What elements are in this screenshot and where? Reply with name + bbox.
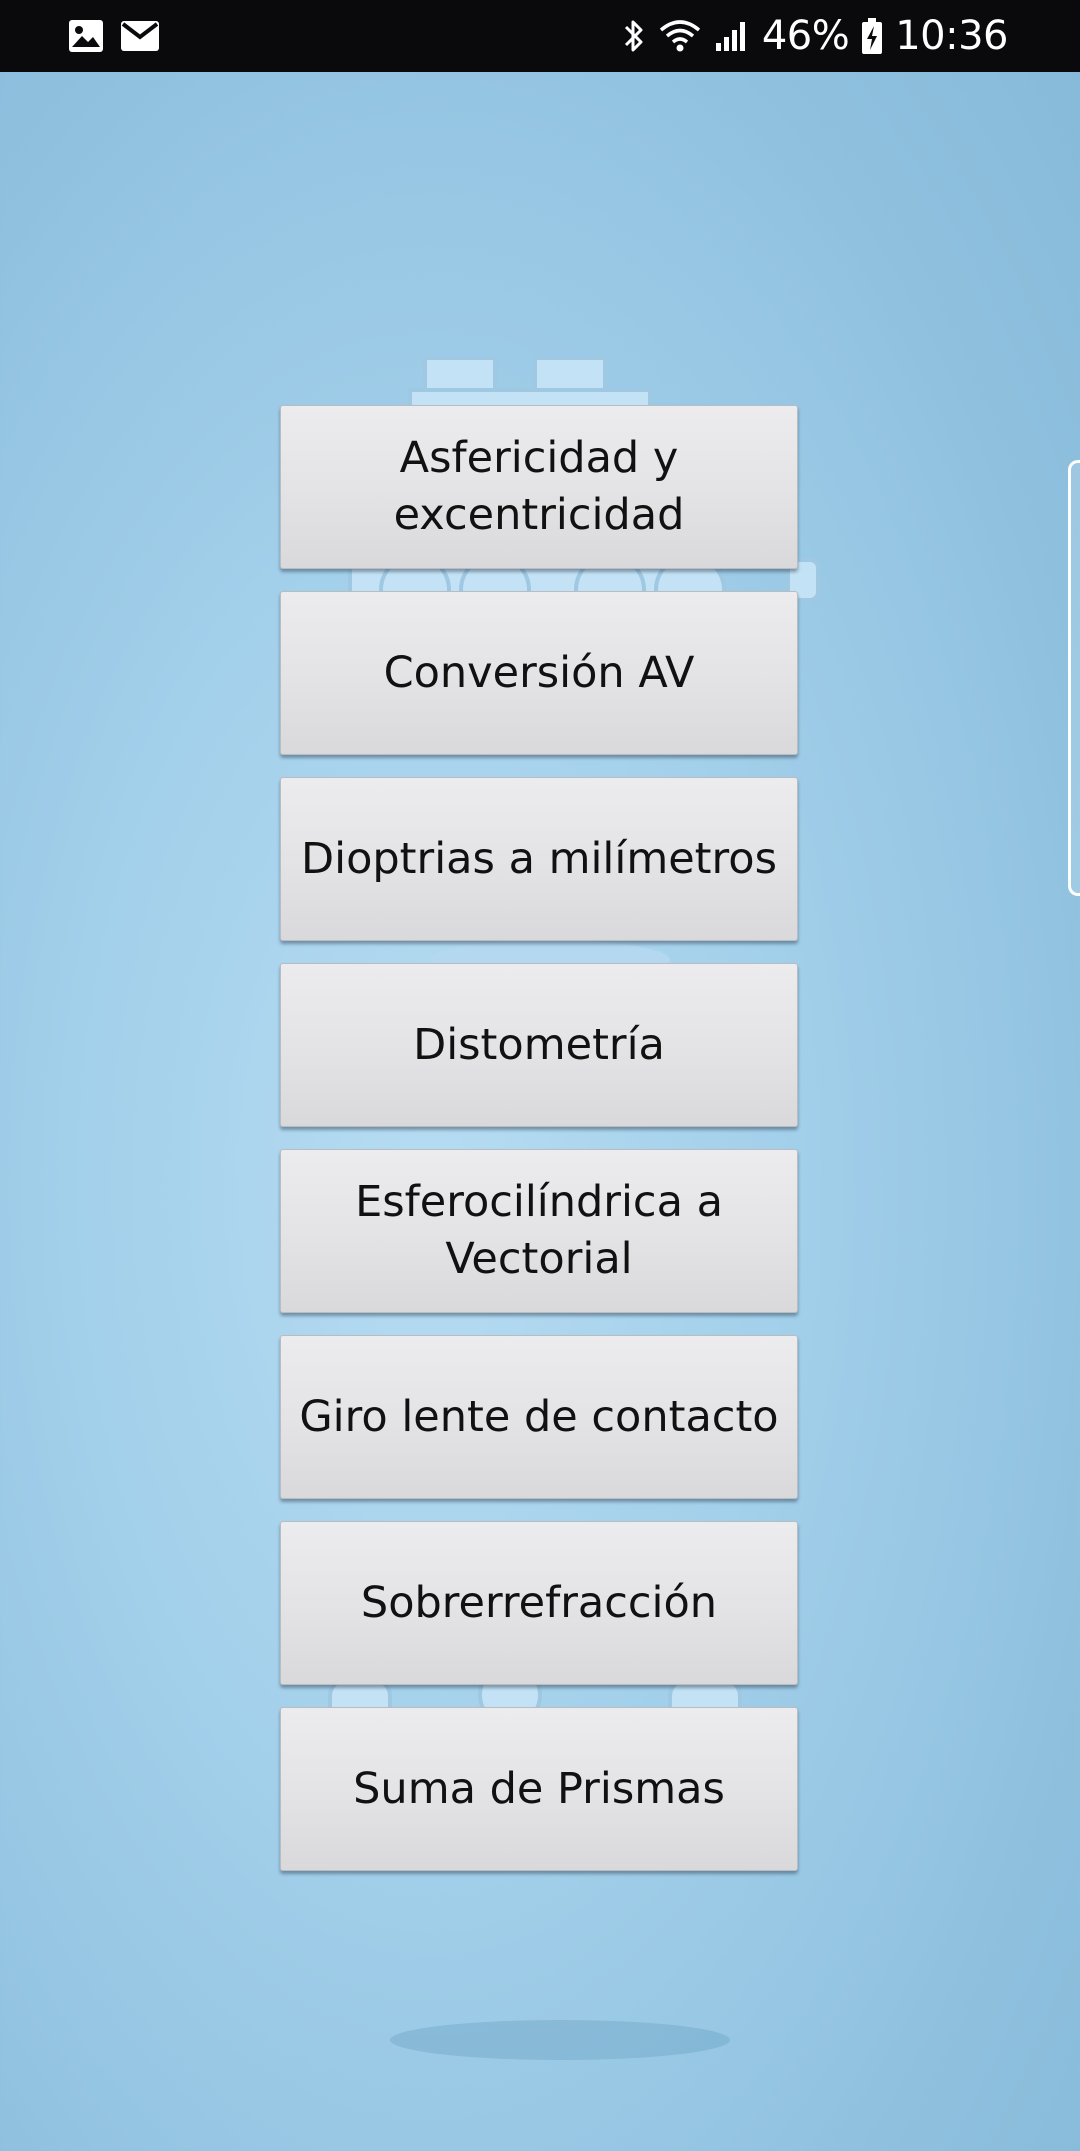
battery-percent: 46% bbox=[761, 13, 850, 59]
menu-button-label: Dioptrias a milímetros bbox=[301, 833, 777, 884]
esferocilindrica-vectorial-button[interactable]: Esferocilíndrica a Vectorial bbox=[280, 1149, 798, 1313]
system-status: 46% 10:36 bbox=[622, 8, 1008, 64]
edge-panel-handle[interactable] bbox=[1068, 460, 1080, 896]
clock: 10:36 bbox=[895, 13, 1008, 59]
suma-prismas-button[interactable]: Suma de Prismas bbox=[280, 1707, 798, 1871]
conversion-av-button[interactable]: Conversión AV bbox=[280, 591, 798, 755]
dioptrias-milimetros-button[interactable]: Dioptrias a milímetros bbox=[280, 777, 798, 941]
image-icon bbox=[68, 19, 104, 53]
menu-button-label: Suma de Prismas bbox=[353, 1763, 725, 1814]
notification-icons bbox=[68, 17, 160, 55]
menu-button-label: Asfericidad y excentricidad bbox=[393, 433, 685, 540]
mail-icon bbox=[120, 20, 160, 52]
bluetooth-icon bbox=[622, 17, 646, 55]
menu-button-label: Distometría bbox=[413, 1019, 665, 1070]
battery-charging-icon bbox=[861, 17, 883, 55]
menu-button-label: Conversión AV bbox=[383, 647, 695, 698]
status-bar: 46% 10:36 bbox=[0, 0, 1080, 72]
asfericidad-excentricidad-button[interactable]: Asfericidad y excentricidad bbox=[280, 405, 798, 569]
menu-button-label: Giro lente de contacto bbox=[299, 1391, 779, 1442]
sobrerrefraccion-button[interactable]: Sobrerrefracción bbox=[280, 1521, 798, 1685]
signal-icon bbox=[714, 19, 750, 53]
giro-lente-contacto-button[interactable]: Giro lente de contacto bbox=[280, 1335, 798, 1499]
wifi-icon bbox=[658, 18, 702, 54]
distometria-button[interactable]: Distometría bbox=[280, 963, 798, 1127]
menu-button-label: Esferocilíndrica a Vectorial bbox=[355, 1177, 723, 1284]
menu-button-label: Sobrerrefracción bbox=[360, 1577, 718, 1628]
floor-shadow bbox=[390, 2020, 730, 2060]
